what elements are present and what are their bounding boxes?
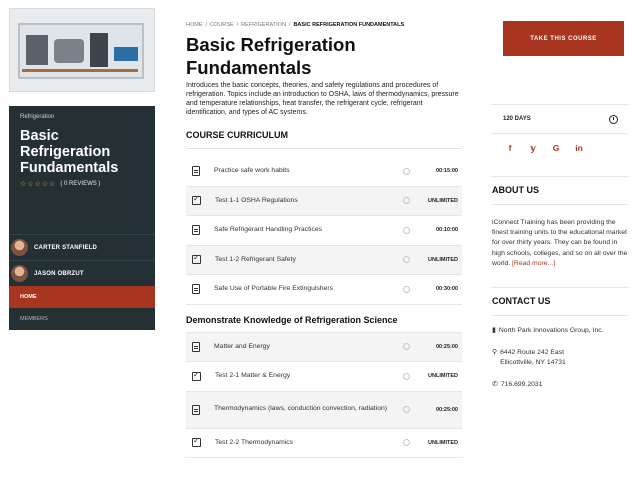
about-text: iConnect Training has been providing the… (492, 219, 628, 267)
sidebar-course-title: Basic Refrigeration Fundamentals (20, 128, 119, 176)
lesson-title: Safe Use of Portable Fire Extinguishers (214, 285, 334, 292)
social-share: f 𝕪 G in (505, 143, 584, 154)
sidebar-item-home[interactable]: HOME (9, 286, 155, 308)
facebook-icon[interactable]: f (505, 143, 515, 154)
list-item[interactable]: Thermodynamics (laws, conduction convect… (186, 391, 462, 429)
avatar (11, 265, 28, 282)
lesson-duration: 00:30:00 (435, 286, 458, 293)
clock-icon (403, 285, 410, 293)
quiz-check-icon (192, 194, 201, 206)
clock-icon (609, 114, 618, 124)
lesson-title: Test 2-1 Matter & Energy (215, 372, 291, 379)
list-item[interactable]: Test 1-1 OSHA Regulations UNLIMITED (186, 186, 462, 216)
take-course-button[interactable]: TAKE THIS COURSE (503, 21, 624, 56)
document-icon (192, 225, 200, 236)
lesson-duration: 00:15:00 (435, 168, 458, 175)
clock-icon (403, 343, 410, 351)
map-pin-icon: ⚲ (492, 349, 498, 356)
course-header-card: Refrigeration Basic Refrigeration Fundam… (9, 106, 155, 198)
instructor-carter[interactable]: CARTER STANFIELD (9, 234, 155, 260)
clock-icon (403, 167, 410, 175)
lesson-title: Test 1-2 Refrigerant Safety (215, 255, 296, 263)
lesson-duration: UNLIMITED (428, 373, 458, 380)
lesson-title: Matter and Energy (214, 342, 270, 350)
lesson-duration: 00:25:00 (435, 343, 458, 350)
lesson-duration: UNLIMITED (428, 256, 458, 263)
curriculum-section-1: Practice safe work habits 00:15:00 Test … (186, 157, 462, 305)
breadcrumb-current: BASIC REFRIGERATION FUNDAMENTALS (293, 22, 405, 28)
instructor-name: CARTER STANFIELD (34, 244, 98, 251)
sidebar-item-members[interactable]: MEMBERS (9, 308, 155, 330)
document-icon (192, 284, 200, 295)
list-item[interactable]: Safe Refrigerant Handling Practices 00:1… (186, 216, 462, 246)
course-rating: ☆☆☆☆☆ ( 0 REVIEWS ) (20, 180, 145, 188)
clock-icon (403, 406, 410, 413)
duration-text: 120 DAYS (503, 116, 531, 122)
page-title: Basic Refrigeration Fundamentals (186, 34, 356, 78)
quiz-check-icon (192, 253, 201, 265)
curriculum-section-2: Matter and Energy 00:25:00 Test 2-1 Matt… (186, 331, 462, 458)
lesson-duration: 00:10:00 (435, 227, 458, 234)
list-item[interactable]: Practice safe work habits 00:15:00 (186, 157, 462, 187)
lesson-title: Thermodynamics (laws, conduction convect… (214, 405, 388, 413)
contact-address: ⚲ 6442 Route 242 East Ellicottville, NY 1… (492, 349, 566, 366)
clock-icon (403, 197, 410, 205)
bookmark-icon: ▮ (492, 327, 496, 334)
lesson-title: Test 2-2 Thermodynamics (215, 438, 294, 446)
google-icon[interactable]: G (551, 143, 561, 154)
lesson-duration: UNLIMITED (428, 197, 458, 204)
list-item[interactable]: Test 2-2 Thermodynamics UNLIMITED (186, 429, 462, 458)
document-icon (192, 341, 200, 352)
phone-icon: ✆ (492, 381, 498, 388)
breadcrumb: HOME / COURSE / REFRIGERATION / BASIC RE… (186, 22, 405, 28)
breadcrumb-course[interactable]: COURSE (210, 22, 234, 28)
about-heading: ABOUT US (492, 176, 628, 205)
clock-icon (403, 256, 410, 264)
lesson-title: Test 1-1 OSHA Regulations (215, 196, 298, 204)
breadcrumb-refrigeration[interactable]: REFRIGERATION (241, 22, 286, 28)
document-icon (192, 404, 200, 415)
avatar (11, 239, 28, 256)
lesson-duration: 00:25:00 (435, 406, 458, 413)
instructor-name: JASON OBRZUT (34, 270, 84, 277)
document-icon (192, 166, 200, 177)
list-item[interactable]: Test 1-2 Refrigerant Safety UNLIMITED (186, 245, 462, 275)
curriculum-heading: COURSE CURRICULUM (186, 130, 462, 149)
clock-icon (403, 372, 410, 380)
contact-company: ▮ North Park Innovations Group, Inc. (492, 327, 604, 334)
course-thumbnail-image (9, 8, 155, 92)
star-rating-icon: ☆☆☆☆☆ (20, 181, 57, 188)
course-category[interactable]: Refrigeration (20, 114, 145, 120)
contact-phone: ✆ 716.699.2031 (492, 381, 543, 388)
section-heading: Demonstrate Knowledge of Refrigeration S… (186, 314, 398, 325)
quiz-check-icon (192, 370, 201, 381)
list-item[interactable]: Matter and Energy 00:25:00 (186, 332, 462, 362)
review-count: ( 0 REVIEWS ) (60, 181, 101, 187)
breadcrumb-home[interactable]: HOME (186, 22, 203, 28)
clock-icon (403, 226, 410, 234)
linkedin-icon[interactable]: in (574, 143, 584, 154)
lesson-title: Practice safe work habits (214, 167, 290, 174)
contact-heading: CONTACT US (492, 287, 628, 316)
course-duration: 120 DAYS (491, 104, 628, 134)
read-more-link[interactable]: [Read more...] (512, 260, 555, 267)
instructor-jason[interactable]: JASON OBRZUT (9, 260, 155, 286)
list-item[interactable]: Safe Use of Portable Fire Extinguishers … (186, 275, 462, 305)
list-item[interactable]: Test 2-1 Matter & Energy UNLIMITED (186, 362, 462, 392)
twitter-icon[interactable]: 𝕪 (528, 143, 538, 154)
clock-icon (403, 439, 410, 447)
course-sidebar: Refrigeration Basic Refrigeration Fundam… (9, 8, 155, 330)
quiz-check-icon (192, 436, 201, 448)
lesson-duration: UNLIMITED (428, 439, 458, 446)
course-description: Introduces the basic concepts, theories,… (186, 82, 459, 116)
lesson-title: Safe Refrigerant Handling Practices (214, 226, 323, 233)
course-main: HOME / COURSE / REFRIGERATION / BASIC RE… (186, 22, 462, 458)
